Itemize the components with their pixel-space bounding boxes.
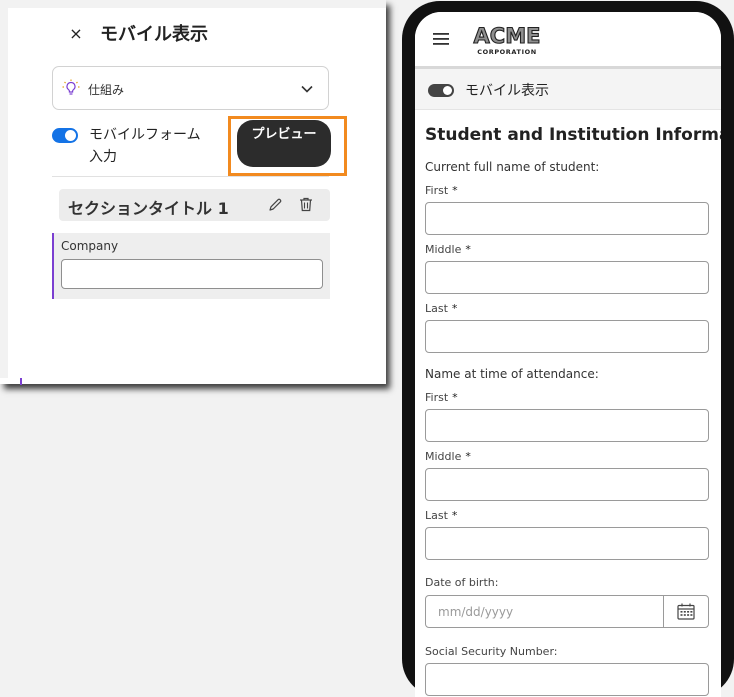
- attendance-name-label: Name at time of attendance:: [425, 367, 599, 381]
- attendance-last-input[interactable]: [425, 527, 709, 560]
- panel-title: モバイル表示: [100, 24, 208, 45]
- phone-frame: ACME CORPORATION モバイル表示 Student and Inst…: [402, 1, 734, 697]
- dropdown-selected-label: 仕組み: [88, 83, 125, 97]
- dob-label: Date of birth:: [425, 576, 499, 589]
- close-button[interactable]: ×: [66, 22, 86, 46]
- attendance-first-input[interactable]: [425, 409, 709, 442]
- panel-left-edge: [0, 8, 8, 378]
- current-last-input[interactable]: [425, 320, 709, 353]
- toggle-knob: [443, 86, 452, 95]
- preview-button[interactable]: プレビュー: [237, 120, 331, 167]
- mobile-view-bar: モバイル表示: [415, 69, 721, 110]
- company-input[interactable]: [61, 259, 323, 289]
- toggle-knob: [65, 130, 76, 141]
- attendance-middle-label: Middle *: [425, 450, 471, 463]
- svg-text:CORPORATION: CORPORATION: [477, 48, 537, 56]
- svg-text:ACME: ACME: [474, 24, 541, 48]
- attendance-middle-input[interactable]: [425, 468, 709, 501]
- attendance-first-label: First *: [425, 391, 458, 404]
- mobile-form-toggle-label: モバイルフォーム入力: [89, 127, 201, 165]
- phone-header: ACME CORPORATION: [415, 12, 721, 69]
- calendar-button[interactable]: [663, 596, 708, 627]
- mobile-view-label: モバイル表示: [465, 83, 549, 99]
- form-title: Student and Institution Information: [425, 125, 721, 145]
- phone-screen: ACME CORPORATION モバイル表示 Student and Inst…: [415, 12, 721, 697]
- section-title: セクションタイトル 1: [68, 199, 229, 218]
- current-name-label: Current full name of student:: [425, 160, 600, 174]
- current-first-label: First *: [425, 184, 458, 197]
- dob-input[interactable]: mm/dd/yyyy: [425, 595, 709, 628]
- ssn-input[interactable]: [425, 663, 709, 696]
- pencil-icon[interactable]: [267, 197, 283, 213]
- calendar-icon: [677, 603, 695, 620]
- company-field-block[interactable]: Company: [52, 233, 330, 299]
- current-middle-input[interactable]: [425, 261, 709, 294]
- ssn-label: Social Security Number:: [425, 645, 558, 658]
- attendance-last-label: Last *: [425, 509, 458, 522]
- mobile-view-panel: × モバイル表示 仕組み モバイルフォーム入力 プレビュー セクションタイトル …: [0, 0, 386, 385]
- trash-icon[interactable]: [298, 196, 314, 213]
- company-field-label: Company: [61, 239, 119, 253]
- how-it-works-dropdown[interactable]: 仕組み: [52, 66, 329, 110]
- section-header[interactable]: セクションタイトル 1: [59, 189, 330, 221]
- current-middle-label: Middle *: [425, 243, 471, 256]
- dob-placeholder: mm/dd/yyyy: [438, 605, 514, 619]
- divider: [52, 176, 329, 177]
- panel-top-strip: [0, 0, 386, 8]
- current-last-label: Last *: [425, 302, 458, 315]
- insertion-marker: [20, 378, 22, 385]
- mobile-view-toggle[interactable]: [428, 84, 454, 97]
- lightbulb-icon: [62, 79, 80, 95]
- chevron-down-icon: [301, 85, 313, 93]
- mobile-form-toggle[interactable]: [52, 128, 78, 143]
- acme-logo: ACME CORPORATION: [473, 23, 541, 56]
- hamburger-icon[interactable]: [433, 32, 449, 46]
- current-first-input[interactable]: [425, 202, 709, 235]
